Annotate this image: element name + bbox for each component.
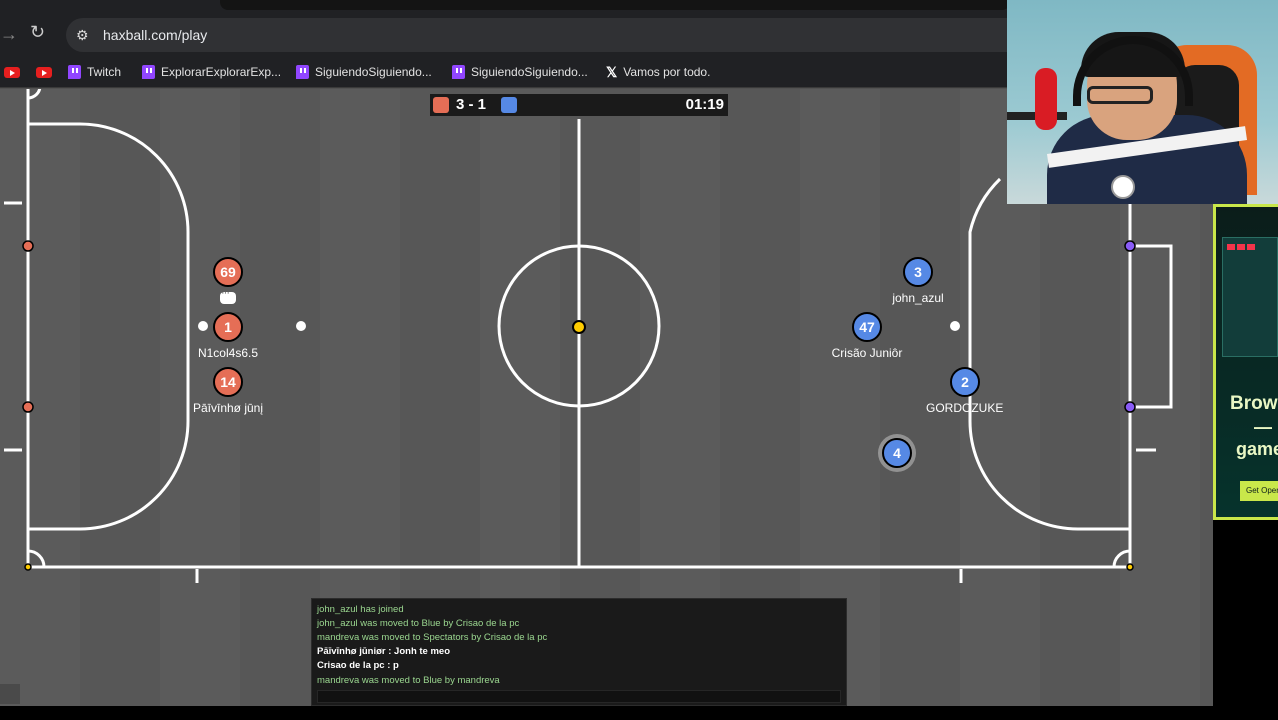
ad-banner[interactable]: Brows — game Get Opera — [1213, 204, 1278, 520]
red-team-icon — [433, 97, 449, 113]
forward-icon[interactable]: → — [0, 24, 18, 45]
chat-line: john_azul has joined — [317, 604, 404, 615]
chat-line: john_azul was moved to Blue by Crisao de… — [317, 618, 520, 629]
blue-player-2: 2 — [950, 367, 980, 397]
crest-icon — [1111, 175, 1135, 199]
twitch-icon — [452, 65, 465, 79]
screen: → ↻ ⚙ haxball.com/play Twitch ExplorarEx… — [0, 0, 1278, 720]
bookmark-label: SiguiendoSiguiendo... — [315, 65, 432, 79]
bookmark-siguiendo-1[interactable]: SiguiendoSiguiendo... — [296, 63, 432, 81]
bookmark-twitch[interactable]: Twitch — [68, 63, 121, 81]
player-name: Pāīvīnhø jūnį — [192, 401, 264, 415]
bookmark-label: Twitch — [87, 65, 122, 79]
tune-icon[interactable]: ⚙ — [76, 27, 89, 44]
bookmark-youtube-1[interactable] — [4, 63, 20, 81]
address-bar: → ↻ ⚙ haxball.com/play — [0, 14, 1010, 56]
x-icon: 𝕏 — [606, 63, 618, 80]
ad-title: Brows — [1230, 393, 1278, 414]
youtube-icon — [36, 66, 52, 78]
red-player-1: 1 — [213, 312, 243, 342]
player-name: Crisão Juniôr — [831, 346, 903, 360]
glasses-icon — [1087, 86, 1153, 104]
scoreboard: 3 - 1 01:19 — [430, 94, 728, 116]
twitch-icon — [68, 65, 81, 79]
url-text[interactable]: haxball.com/play — [103, 27, 207, 43]
chat-line: mandreva was moved to Spectators by Cris… — [317, 632, 548, 643]
kickoff-marker — [950, 321, 960, 331]
youtube-icon — [4, 66, 20, 78]
chat-line: Pāīvīnhø jūniør : Jonh te meo — [317, 646, 451, 657]
bookmark-label: Vamos por todo. — [623, 65, 711, 79]
score: 3 - 1 — [456, 96, 487, 113]
ad-cta-button[interactable]: Get Opera — [1240, 481, 1278, 501]
red-player-14: 14 — [213, 367, 243, 397]
ball — [572, 320, 586, 334]
chat-line: mandreva was moved to Blue by mandreva — [317, 675, 500, 686]
speech-bubble-icon — [220, 287, 236, 304]
player-name: N1col4s6.5 — [197, 346, 259, 360]
bottom-strip — [0, 706, 1278, 720]
bookmark-label: SiguiendoSiguiendo... — [471, 65, 588, 79]
player-name: GORDOZUKE — [926, 401, 1004, 415]
bookmark-label: ExplorarExplorarExp... — [161, 65, 282, 79]
scroll-handle[interactable] — [0, 684, 20, 704]
omnibox[interactable]: ⚙ haxball.com/play — [66, 18, 1010, 52]
bookmark-siguiendo-2[interactable]: SiguiendoSiguiendo... — [452, 63, 588, 81]
microphone-icon — [1035, 68, 1057, 130]
chat-input[interactable] — [317, 690, 841, 703]
red-player-69: 69 — [213, 257, 243, 287]
reload-icon[interactable]: ↻ — [30, 22, 45, 43]
blue-player-3: 3 — [903, 257, 933, 287]
bookmark-x[interactable]: 𝕏 Vamos por todo. — [606, 63, 710, 81]
player-name: john_azul — [892, 291, 944, 305]
ad-panel: Brows — game Get Opera — [1213, 204, 1278, 720]
blue-team-icon — [501, 97, 517, 113]
blue-player-4-self[interactable]: 4 — [882, 438, 912, 468]
ad-screenshot — [1222, 237, 1278, 357]
ad-subtitle: game — [1236, 439, 1278, 459]
twitch-icon — [142, 65, 155, 79]
kickoff-marker — [296, 321, 306, 331]
bookmarks-bar: Twitch ExplorarExplorarExp... SiguiendoS… — [0, 56, 1010, 88]
twitch-icon — [296, 65, 309, 79]
chat-box: john_azul has joined john_azul was moved… — [311, 598, 847, 706]
bookmark-explorar[interactable]: ExplorarExplorarExp... — [142, 63, 281, 81]
kickoff-marker — [198, 321, 208, 331]
match-timer: 01:19 — [685, 96, 724, 113]
chat-line: Crisao de la pc : p — [317, 660, 399, 671]
ad-dash: — — [1254, 417, 1272, 437]
blue-player-47: 47 — [852, 312, 882, 342]
bookmark-youtube-2[interactable] — [36, 63, 52, 81]
webcam-overlay — [1007, 0, 1278, 204]
